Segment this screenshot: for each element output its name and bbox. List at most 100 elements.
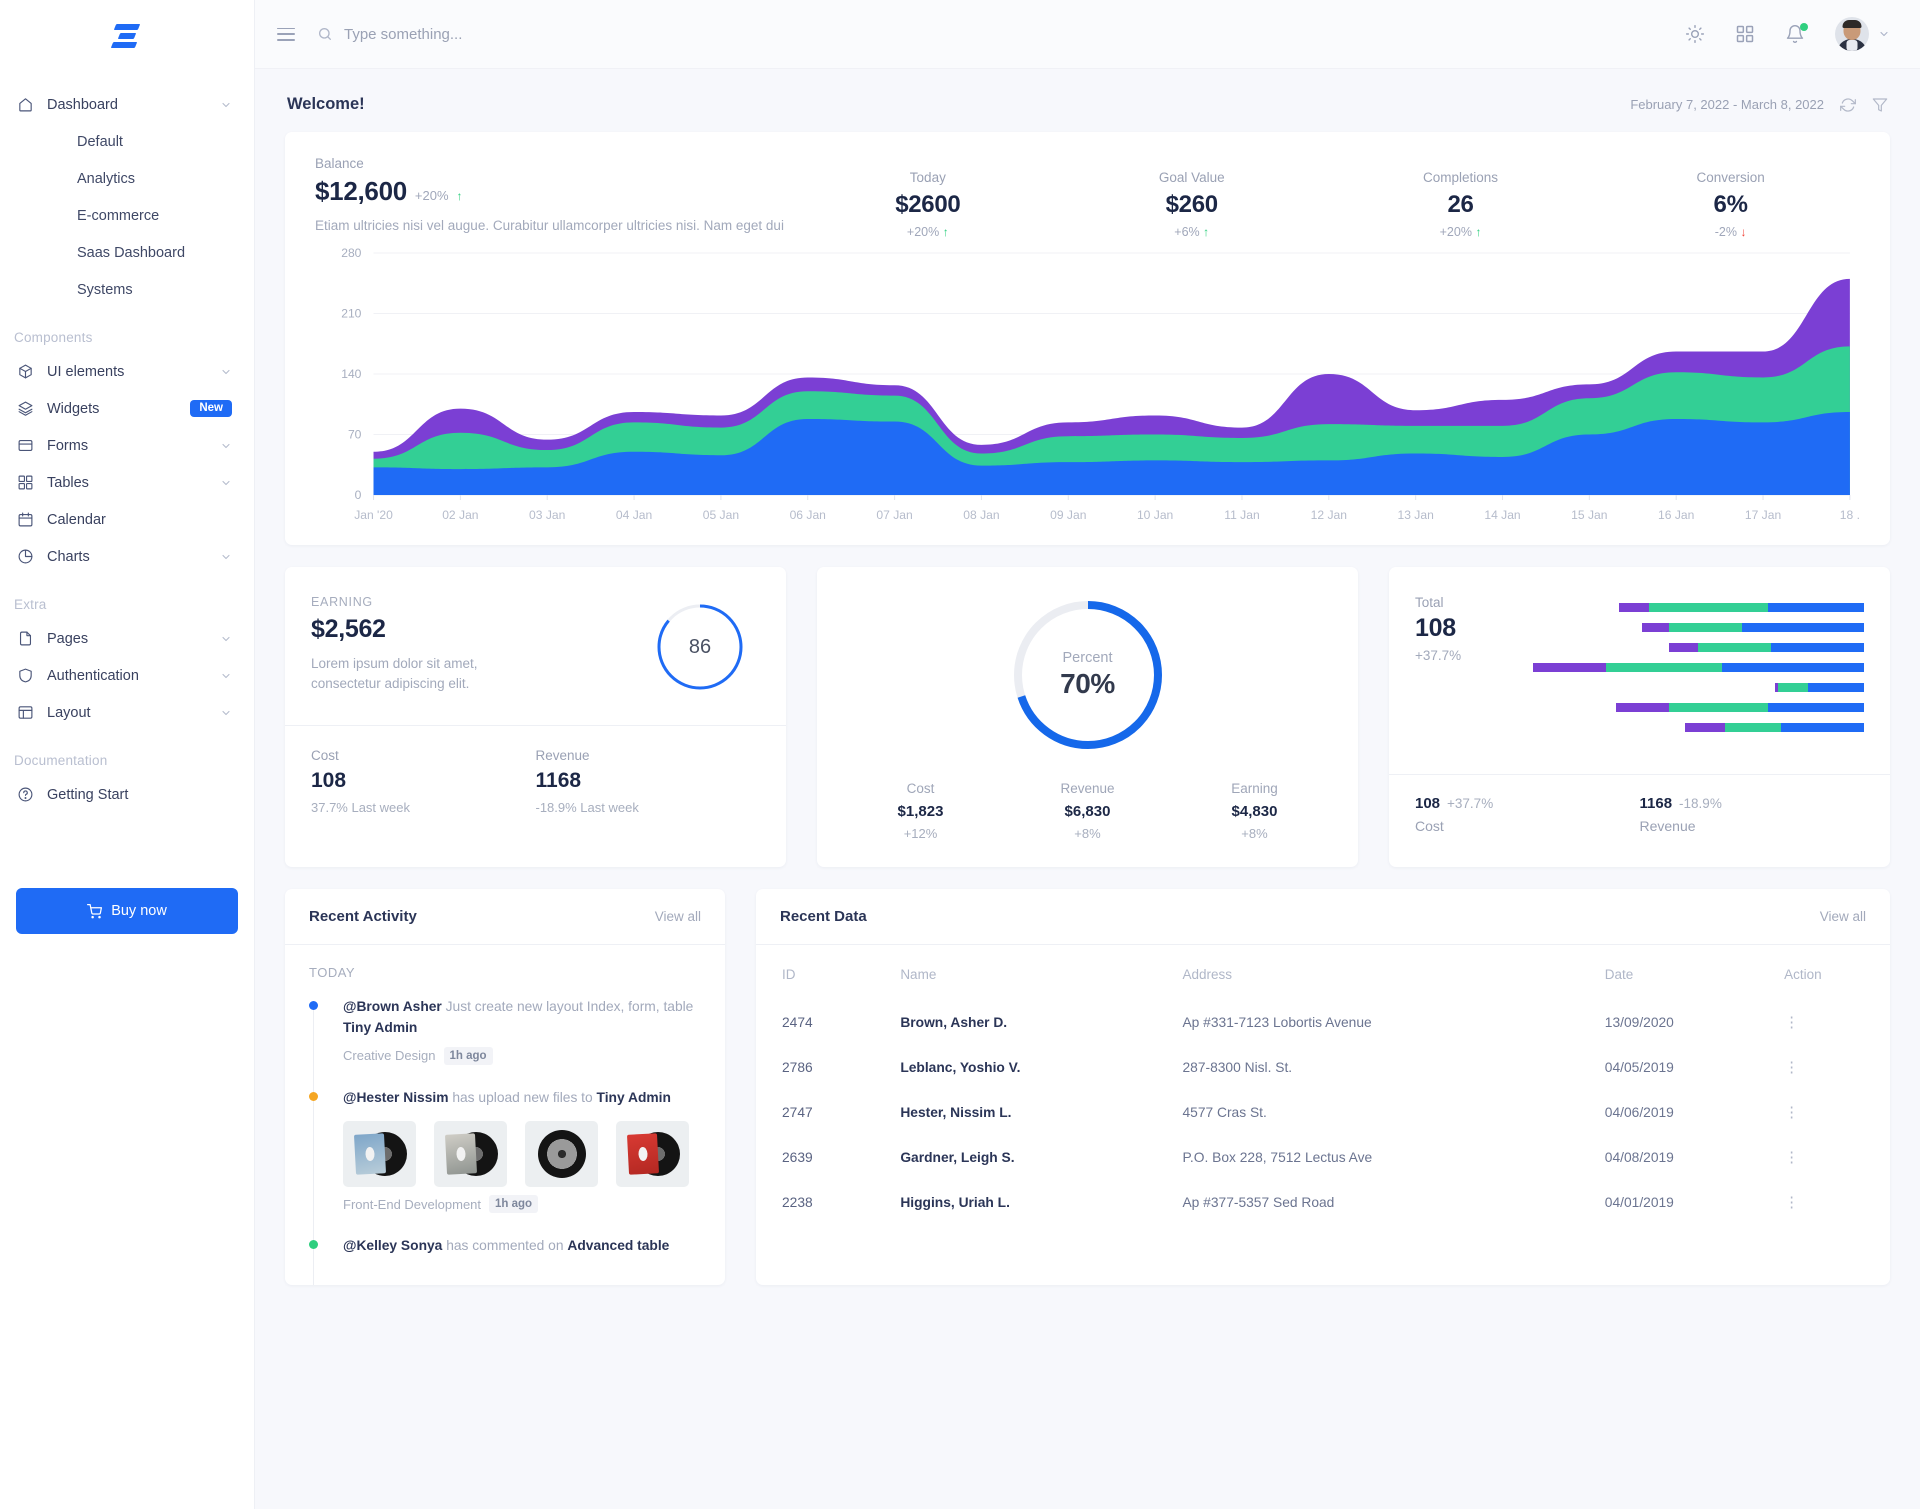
kebab-icon[interactable]: ⋮ bbox=[1784, 1149, 1799, 1166]
recent-activity-card: Recent Activity View all TODAY @Brown As… bbox=[285, 889, 725, 1285]
search-box[interactable] bbox=[317, 25, 1685, 43]
data-view-all-link[interactable]: View all bbox=[1820, 909, 1866, 924]
sidebar-nav: Dashboard Default Analytics E-commerce Saas … bbox=[0, 72, 254, 813]
home-icon bbox=[19, 98, 32, 112]
area-chart[interactable]: 0 70 140 210 280 Jan '20 02 Jan 03 Jan 04 Jan 05 … bbox=[311, 247, 1864, 537]
table-row[interactable]: 2238 Higgins, Uriah L. Ap #377-5357 Sed Ro… bbox=[756, 1180, 1890, 1225]
sidebar-item-dashboard[interactable]: Dashboard bbox=[0, 86, 254, 123]
notifications-button[interactable] bbox=[1785, 23, 1808, 44]
activity-item[interactable]: @Hester Nissim has upload new files to T… bbox=[309, 1087, 701, 1214]
search-input[interactable] bbox=[344, 25, 644, 43]
activity-view-all-link[interactable]: View all bbox=[655, 909, 701, 924]
cell-action[interactable]: ⋮ bbox=[1774, 1045, 1890, 1090]
user-menu[interactable] bbox=[1835, 17, 1890, 51]
kpi-delta: +6% ↑ bbox=[1174, 225, 1210, 239]
activity-user[interactable]: @Kelley Sonya bbox=[343, 1238, 442, 1253]
table-row[interactable]: 2747 Hester, Nissim L. 4577 Cras St. 04/06/… bbox=[756, 1090, 1890, 1135]
thumbnail-vinyl-grey-sleeve[interactable] bbox=[434, 1121, 507, 1188]
cell-name: Higgins, Uriah L. bbox=[900, 1195, 1010, 1210]
activity-meta: Front-End Development 1h ago bbox=[343, 1195, 701, 1214]
activity-timeline: @Brown Asher Just create new layout Inde… bbox=[309, 996, 701, 1285]
cost-sub: 37.7% Last week bbox=[311, 799, 411, 815]
sidebar-item-authentication[interactable]: Authentication bbox=[0, 657, 254, 694]
date-range-label[interactable]: February 7, 2022 - March 8, 2022 bbox=[1630, 97, 1824, 112]
trend-up-icon: ↑ bbox=[942, 225, 949, 239]
sidebar-item-widgets[interactable]: Widgets New bbox=[0, 390, 254, 427]
column-header-name[interactable]: Name bbox=[890, 945, 1172, 1000]
sidebar-item-forms[interactable]: Forms bbox=[0, 427, 254, 464]
revenue-label: Revenue bbox=[535, 747, 590, 763]
sidebar-item-charts[interactable]: Charts bbox=[0, 538, 254, 575]
column-header-date[interactable]: Date bbox=[1595, 945, 1774, 1000]
x-axis-tick: 13 Jan bbox=[1397, 508, 1433, 522]
kebab-icon[interactable]: ⋮ bbox=[1784, 1014, 1799, 1031]
cell-id: 2238 bbox=[782, 1195, 813, 1210]
stacked-bar-row bbox=[1533, 683, 1864, 692]
theme-toggle-button[interactable] bbox=[1685, 24, 1705, 44]
total-footer-revenue: 1168 -18.9% Revenue bbox=[1640, 795, 1865, 834]
chevron-down-icon bbox=[222, 369, 230, 374]
x-axis-tick: 12 Jan bbox=[1311, 508, 1347, 522]
activity-item[interactable]: @Kelley Sonya has commented on Advanced … bbox=[309, 1235, 701, 1256]
kebab-icon[interactable]: ⋮ bbox=[1784, 1059, 1799, 1076]
stat-label: Revenue bbox=[1060, 781, 1115, 796]
refresh-icon[interactable] bbox=[1840, 97, 1856, 113]
activity-object[interactable]: Tiny Admin bbox=[597, 1090, 671, 1105]
buy-now-button[interactable]: Buy now bbox=[16, 888, 238, 934]
table-row[interactable]: 2639 Gardner, Leigh S. P.O. Box 228, 7512 … bbox=[756, 1135, 1890, 1180]
thumbnail-vinyl-red-sleeve[interactable] bbox=[616, 1121, 689, 1188]
bar-segment-blue bbox=[1768, 703, 1864, 712]
sidebar-item-getting-start[interactable]: Getting Start bbox=[0, 776, 254, 813]
sidebar-item-calendar[interactable]: Calendar bbox=[0, 501, 254, 538]
activity-user[interactable]: @Brown Asher bbox=[343, 999, 442, 1014]
recent-data-title: Recent Data bbox=[780, 908, 867, 925]
cell-action[interactable]: ⋮ bbox=[1774, 1180, 1890, 1225]
page-content: Welcome! February 7, 2022 - March 8, 202… bbox=[255, 69, 1920, 1509]
sidebar-item-e-commerce[interactable]: E-commerce bbox=[0, 197, 254, 234]
activity-object[interactable]: Advanced table bbox=[567, 1238, 669, 1253]
cell-action[interactable]: ⋮ bbox=[1774, 1135, 1890, 1180]
sidebar-item-saas-dashboard[interactable]: Saas Dashboard bbox=[0, 234, 254, 271]
timeline-dot bbox=[309, 1001, 318, 1010]
thumbnail-vinyl-plain[interactable] bbox=[525, 1121, 598, 1188]
sidebar-item-systems[interactable]: Systems bbox=[0, 271, 254, 308]
stat-delta: +12% bbox=[903, 826, 938, 841]
record-sleeve bbox=[444, 1133, 478, 1175]
activity-object[interactable]: Tiny Admin bbox=[343, 1020, 417, 1035]
sidebar-item-tables[interactable]: Tables bbox=[0, 464, 254, 501]
column-header-address[interactable]: Address bbox=[1172, 945, 1594, 1000]
cell-action[interactable]: ⋮ bbox=[1774, 1090, 1890, 1135]
menu-toggle-icon[interactable] bbox=[277, 27, 295, 41]
recent-data-table: ID Name Address Date Action 2474 Brown, Asher… bbox=[756, 945, 1890, 1225]
x-axis-tick: 03 Jan bbox=[529, 508, 565, 522]
kebab-icon[interactable]: ⋮ bbox=[1784, 1194, 1799, 1211]
kebab-icon[interactable]: ⋮ bbox=[1784, 1104, 1799, 1121]
total-value: 108 bbox=[1415, 614, 1456, 642]
sidebar-item-default[interactable]: Default bbox=[0, 123, 254, 160]
logo[interactable] bbox=[0, 0, 254, 72]
activity-user[interactable]: @Hester Nissim bbox=[343, 1090, 448, 1105]
thumbnail-vinyl-blue-sleeve[interactable] bbox=[343, 1121, 416, 1188]
column-header-id[interactable]: ID bbox=[756, 945, 890, 1000]
filter-icon[interactable] bbox=[1872, 97, 1888, 113]
stat-delta: +8% bbox=[1241, 826, 1268, 841]
table-row[interactable]: 2474 Brown, Asher D. Ap #331-7123 Lobortis… bbox=[756, 1000, 1890, 1045]
search-icon bbox=[319, 28, 331, 40]
sidebar-item-pages[interactable]: Pages bbox=[0, 620, 254, 657]
apps-grid-button[interactable] bbox=[1735, 24, 1755, 44]
column-header-action[interactable]: Action bbox=[1774, 945, 1890, 1000]
sidebar-item-ui-elements[interactable]: UI elements bbox=[0, 353, 254, 390]
sidebar-item-analytics[interactable]: Analytics bbox=[0, 160, 254, 197]
cell-action[interactable]: ⋮ bbox=[1774, 1000, 1890, 1045]
bar-segment-green bbox=[1668, 623, 1742, 632]
activity-item[interactable]: @Brown Asher Just create new layout Inde… bbox=[309, 996, 701, 1065]
sidebar-item-label: Systems bbox=[77, 281, 133, 298]
sidebar-item-label: Tables bbox=[47, 474, 89, 491]
sidebar-item-layout[interactable]: Layout bbox=[0, 694, 254, 731]
activity-text: @Hester Nissim has upload new files to T… bbox=[343, 1087, 701, 1108]
table-row[interactable]: 2786 Leblanc, Yoshio V. 287-8300 Nisl. St.… bbox=[756, 1045, 1890, 1090]
bar-segment-purple bbox=[1619, 603, 1649, 612]
chevron-down-icon bbox=[222, 443, 230, 448]
kpi-delta: -2% ↓ bbox=[1714, 225, 1747, 239]
chevron-down-icon bbox=[1880, 31, 1888, 37]
